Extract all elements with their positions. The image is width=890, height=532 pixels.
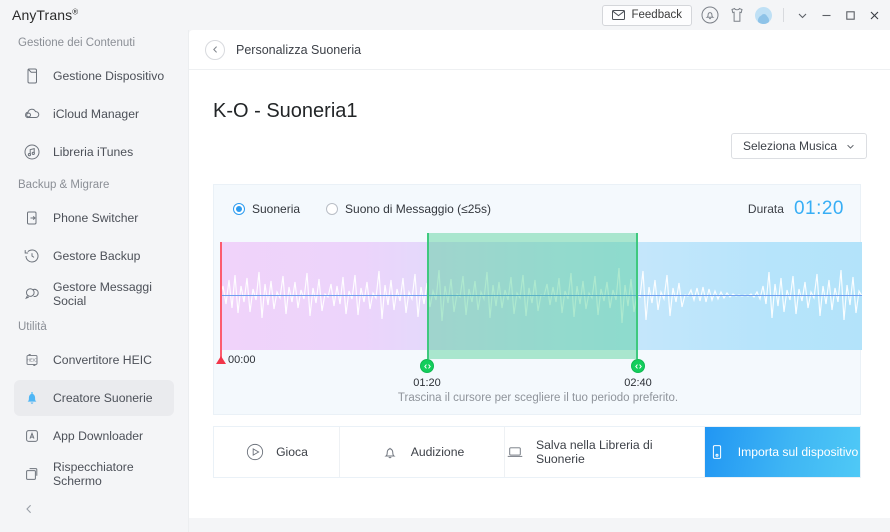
cloud-icon	[22, 104, 42, 124]
breadcrumb: Personalizza Suoneria	[189, 30, 890, 70]
selection-region[interactable]	[427, 233, 638, 359]
minimize-icon[interactable]	[819, 8, 834, 23]
sidebar-item-label: Gestore Messaggi Social	[53, 280, 152, 308]
sidebar-item-label: Gestore Backup	[53, 249, 141, 263]
shirt-icon[interactable]	[728, 6, 746, 24]
user-avatar-icon[interactable]	[755, 6, 772, 24]
maximize-icon[interactable]	[843, 8, 858, 23]
play-button[interactable]: Gioca	[214, 427, 340, 477]
sidebar-collapse-button[interactable]	[22, 502, 36, 516]
select-music-dropdown[interactable]: Seleziona Musica	[730, 133, 867, 159]
screen-mirror-icon	[22, 464, 42, 484]
radio-label: Suono di Messaggio (≤25s)	[345, 202, 492, 216]
chevron-down-icon[interactable]	[795, 8, 810, 23]
music-note-circle-icon	[22, 142, 42, 162]
transfer-icon	[22, 208, 42, 228]
sidebar-item-rispecchiatore-schermo[interactable]: Rispecchiatore Schermo	[14, 456, 174, 492]
back-button[interactable]	[205, 39, 225, 60]
sidebar-item-label: Rispecchiatore Schermo	[53, 460, 134, 488]
laptop-icon	[505, 442, 525, 462]
playhead-triangle-icon	[216, 356, 226, 364]
svg-text:HEIC: HEIC	[27, 357, 37, 362]
audition-button-label: Audizione	[410, 445, 465, 459]
sidebar-item-gestore-backup[interactable]: Gestore Backup	[14, 238, 174, 274]
sidebar-item-phone-switcher[interactable]: Phone Switcher	[14, 200, 174, 236]
sidebar-item-label: Convertitore HEIC	[53, 353, 152, 367]
sidebar-item-gestione-dispositivo[interactable]: Gestione Dispositivo	[14, 58, 174, 94]
breadcrumb-label: Personalizza Suoneria	[236, 42, 362, 57]
audition-button[interactable]: Audizione	[340, 427, 505, 477]
bell-icon	[380, 442, 400, 462]
import-to-device-label: Importa sul dispositivo	[737, 445, 859, 459]
radio-option-suoneria[interactable]: Suoneria	[233, 202, 300, 216]
appstore-icon	[22, 426, 42, 446]
duration-value: 01:20	[793, 198, 844, 219]
chat-bubbles-icon	[22, 284, 42, 304]
drag-hint-text: Trascina il cursore per scegliere il tuo…	[397, 392, 679, 404]
sidebar-item-creatore-suonerie[interactable]: Creatore Suonerie	[14, 380, 174, 416]
sidebar-item-app-downloader[interactable]: App Downloader	[14, 418, 174, 454]
device-icon	[707, 442, 727, 462]
sidebar-item-gestore-messaggi-social[interactable]: Gestore Messaggi Social	[14, 276, 174, 312]
sidebar-item-label: Phone Switcher	[53, 211, 139, 225]
sidebar-item-label: Gestione Dispositivo	[53, 69, 165, 83]
feedback-button[interactable]: Feedback	[602, 4, 692, 26]
drag-handle-arrows-icon	[634, 363, 642, 369]
sidebar-group-label: Utilità	[18, 321, 47, 333]
ringtone-type-options: Suoneria Suono di Messaggio (≤25s) Durat…	[214, 185, 860, 233]
sidebar-item-convertitore-heic[interactable]: HEIC Convertitore HEIC	[14, 342, 174, 378]
drag-handle-arrows-icon	[423, 363, 431, 369]
sidebar-item-icloud-manager[interactable]: iCloud Manager	[14, 96, 174, 132]
save-to-library-label: Salva nella Libreria di Suonerie	[536, 438, 653, 466]
history-clock-icon	[22, 246, 42, 266]
sidebar-group-label: Backup & Migrare	[18, 179, 110, 191]
selection-end-label: 02:40	[624, 377, 652, 389]
play-circle-icon	[245, 442, 265, 462]
import-to-device-button[interactable]: Importa sul dispositivo	[705, 427, 860, 477]
avatar	[755, 6, 772, 24]
ringtone-editor-card: Suoneria Suono di Messaggio (≤25s) Durat…	[213, 184, 862, 416]
selection-start-label: 01:20	[413, 377, 441, 389]
sidebar-group-label: Gestione dei Contenuti	[18, 37, 135, 49]
sidebar-item-label: Creatore Suonerie	[53, 391, 153, 405]
radio-dot	[326, 203, 339, 215]
radio-label: Suoneria	[252, 202, 301, 216]
bell-icon[interactable]	[701, 6, 719, 24]
registered-mark: ®	[72, 7, 79, 17]
play-button-label: Gioca	[276, 445, 308, 459]
feedback-label: Feedback	[631, 9, 682, 21]
selection-end-handle[interactable]	[631, 359, 645, 373]
radio-option-suono-di-messaggio[interactable]: Suono di Messaggio (≤25s)	[326, 202, 491, 216]
page-title: K-O - Suoneria1	[213, 100, 358, 122]
duration-readout: Durata 01:20	[748, 185, 844, 233]
editor-toolbar: Gioca Audizione Salva nella Libreria di …	[213, 426, 861, 478]
sidebar-item-libreria-itunes[interactable]: Libreria iTunes	[14, 134, 174, 170]
select-music-label: Seleziona Musica	[742, 139, 837, 153]
bell-filled-icon	[22, 388, 42, 408]
waveform-area[interactable]: 00:00 01:20 02:40 Trascina il cursore pe…	[214, 233, 862, 416]
phone-icon	[22, 66, 42, 86]
divider	[783, 8, 784, 22]
sidebar-item-label: App Downloader	[53, 429, 144, 443]
anytrans-window: AnyTrans® Feedback Gestione dei Contenut…	[0, 0, 890, 532]
sidebar-item-label: Libreria iTunes	[53, 145, 134, 159]
sidebar-item-label: iCloud Manager	[53, 107, 140, 121]
timeline-start-label: 00:00	[228, 354, 256, 366]
radio-dot-selected	[233, 203, 245, 215]
selection-start-handle[interactable]	[420, 359, 434, 373]
close-icon[interactable]	[867, 8, 882, 23]
title-bar: AnyTrans® Feedback	[0, 0, 890, 30]
chevron-down-icon	[846, 142, 855, 151]
mail-icon	[612, 10, 626, 20]
duration-label: Durata	[747, 202, 784, 216]
app-brand-name: AnyTrans	[12, 7, 73, 23]
app-brand: AnyTrans®	[12, 7, 78, 23]
heic-icon: HEIC	[22, 350, 42, 370]
sidebar: Gestione dei Contenuti Gestione Disposit…	[0, 30, 189, 532]
title-bar-controls: Feedback	[602, 0, 882, 30]
save-to-library-button[interactable]: Salva nella Libreria di Suonerie	[505, 427, 705, 477]
main-panel: Personalizza Suoneria K-O - Suoneria1 Se…	[189, 30, 890, 518]
playhead-marker-icon[interactable]	[220, 242, 222, 360]
